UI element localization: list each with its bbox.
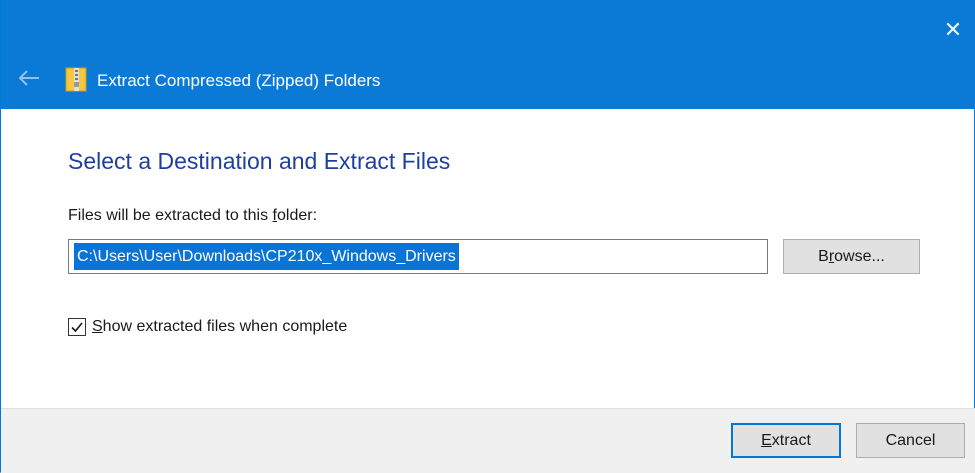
close-icon: ✕ bbox=[943, 17, 963, 42]
extract-label-accel: E bbox=[761, 432, 772, 449]
extract-dialog: ✕ Extract Compressed (Zipped) Folders Se… bbox=[0, 0, 975, 473]
destination-label-text: Files will be extracted to this bbox=[68, 207, 273, 224]
show-files-option[interactable]: Show extracted files when complete bbox=[68, 316, 347, 338]
back-button[interactable] bbox=[15, 66, 43, 90]
browse-label-end: owse... bbox=[834, 248, 885, 265]
window-title: Extract Compressed (Zipped) Folders bbox=[97, 71, 381, 90]
cancel-button[interactable]: Cancel bbox=[856, 423, 965, 458]
destination-label-text-end: older: bbox=[276, 207, 318, 224]
dialog-footer: Extract Cancel bbox=[1, 408, 975, 473]
show-files-label: Show extracted files when complete bbox=[92, 317, 347, 337]
page-heading: Select a Destination and Extract Files bbox=[68, 148, 451, 174]
show-files-text: how extracted files when complete bbox=[102, 318, 348, 335]
browse-button[interactable]: Browse... bbox=[783, 239, 920, 274]
extract-button[interactable]: Extract bbox=[731, 423, 841, 458]
zipped-folder-icon bbox=[65, 67, 87, 92]
extract-label-end: xtract bbox=[771, 432, 811, 449]
show-files-accel: S bbox=[92, 318, 103, 335]
close-button[interactable]: ✕ bbox=[940, 17, 966, 43]
browse-label-start: B bbox=[818, 248, 829, 265]
show-files-checkbox[interactable] bbox=[68, 318, 86, 336]
destination-path-value: C:\Users\User\Downloads\CP210x_Windows_D… bbox=[74, 243, 459, 270]
checkmark-icon bbox=[71, 322, 83, 333]
back-arrow-icon bbox=[18, 70, 39, 86]
destination-label: Files will be extracted to this folder: bbox=[68, 206, 317, 226]
title-bar: ✕ Extract Compressed (Zipped) Folders bbox=[1, 0, 975, 109]
destination-path-input[interactable]: C:\Users\User\Downloads\CP210x_Windows_D… bbox=[68, 239, 768, 274]
